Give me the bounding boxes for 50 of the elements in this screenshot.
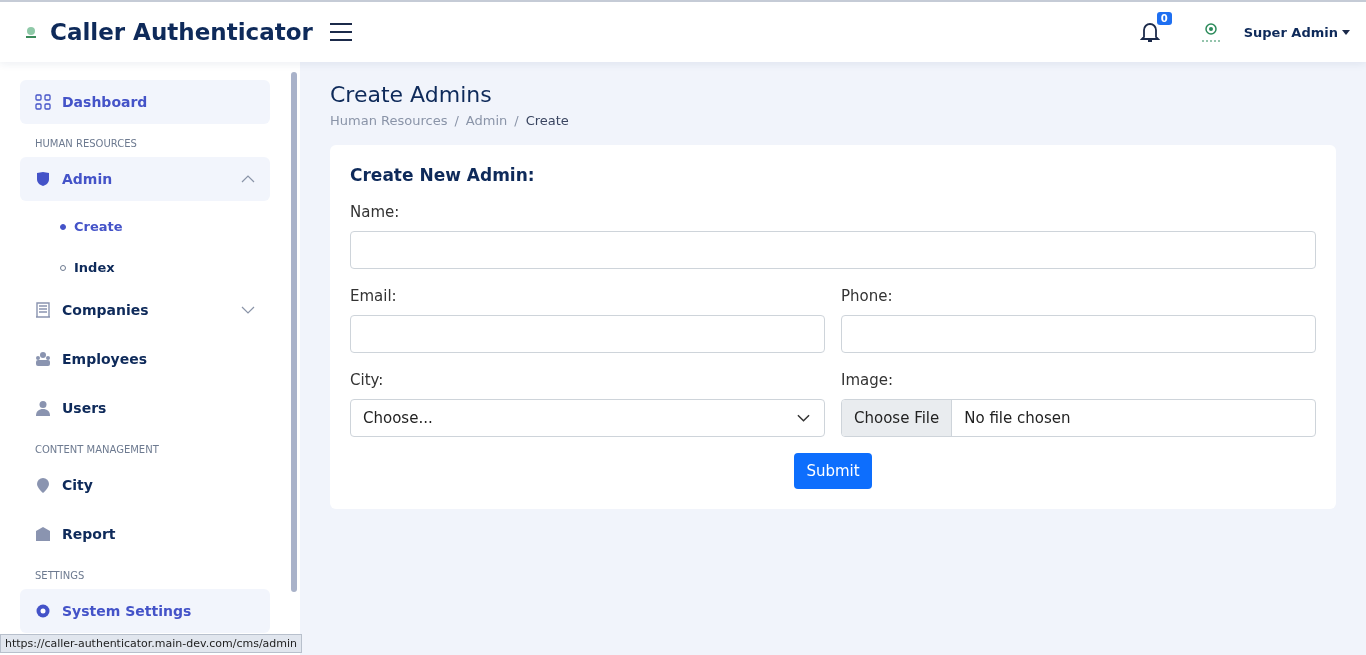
menu-icon[interactable] (328, 22, 353, 42)
sidebar-item[interactable]: System Settings (20, 589, 270, 633)
email-field[interactable] (350, 315, 825, 353)
app-title: Caller Authenticator (50, 19, 313, 45)
bell-icon[interactable] (1139, 21, 1160, 43)
field-label: Name: (350, 203, 401, 221)
section-header: CONTENT MANAGEMENT (34, 443, 160, 457)
sidebar-item[interactable]: Users (20, 386, 270, 430)
name-field[interactable] (350, 231, 1316, 269)
breadcrumb-separator: / (454, 113, 459, 128)
logo-icon (1199, 21, 1222, 43)
submenu-item[interactable]: Index (20, 247, 270, 288)
choose-file-button[interactable]: Choose File (842, 400, 953, 436)
chevron-down-icon (797, 414, 810, 422)
sidebar-item[interactable]: Employees (20, 337, 270, 381)
shield-icon (35, 171, 51, 187)
section-header: HUMAN RESOURCES (34, 137, 138, 151)
grid-icon (35, 94, 51, 110)
scrollbar[interactable] (291, 72, 297, 592)
pin-icon (35, 477, 51, 493)
submit-button[interactable]: Submit (794, 453, 872, 489)
logo-icon (24, 25, 38, 39)
chevron-up-icon (241, 175, 255, 183)
sidebar-item[interactable]: City (20, 463, 270, 507)
sidebar-item[interactable]: Dashboard (20, 80, 270, 124)
city-select[interactable]: Choose... (350, 399, 825, 437)
phone-field[interactable] (841, 315, 1316, 353)
breadcrumb-separator: / (514, 113, 519, 128)
form-title: Create New Admin: (350, 165, 536, 185)
user-menu[interactable]: Super Admin (1243, 24, 1350, 40)
field-label: City: (350, 371, 385, 389)
sidebar-item[interactable]: Admin (20, 157, 270, 201)
page-title: Create Admins (330, 82, 493, 107)
field-label: Email: (350, 287, 398, 305)
people-icon (35, 351, 51, 367)
breadcrumb-item[interactable]: Create (525, 113, 569, 128)
field-label: Image: (841, 371, 895, 389)
submenu-item[interactable]: Create (20, 206, 270, 247)
status-url: https://caller-authenticator.main-dev.com/cms/admin (0, 634, 303, 653)
sidebar-item[interactable]: Companies (20, 288, 270, 332)
field-label: Phone: (841, 287, 894, 305)
section-header: SETTINGS (34, 569, 86, 583)
chevron-down-icon (241, 306, 255, 314)
user-icon (35, 400, 51, 416)
notification-count: 0 (1156, 12, 1172, 25)
caret-icon (1342, 29, 1350, 35)
file-status: No file chosen (963, 408, 1071, 429)
building-icon (35, 302, 51, 318)
sidebar-item[interactable]: Report (20, 512, 270, 556)
settings-icon (35, 603, 51, 619)
